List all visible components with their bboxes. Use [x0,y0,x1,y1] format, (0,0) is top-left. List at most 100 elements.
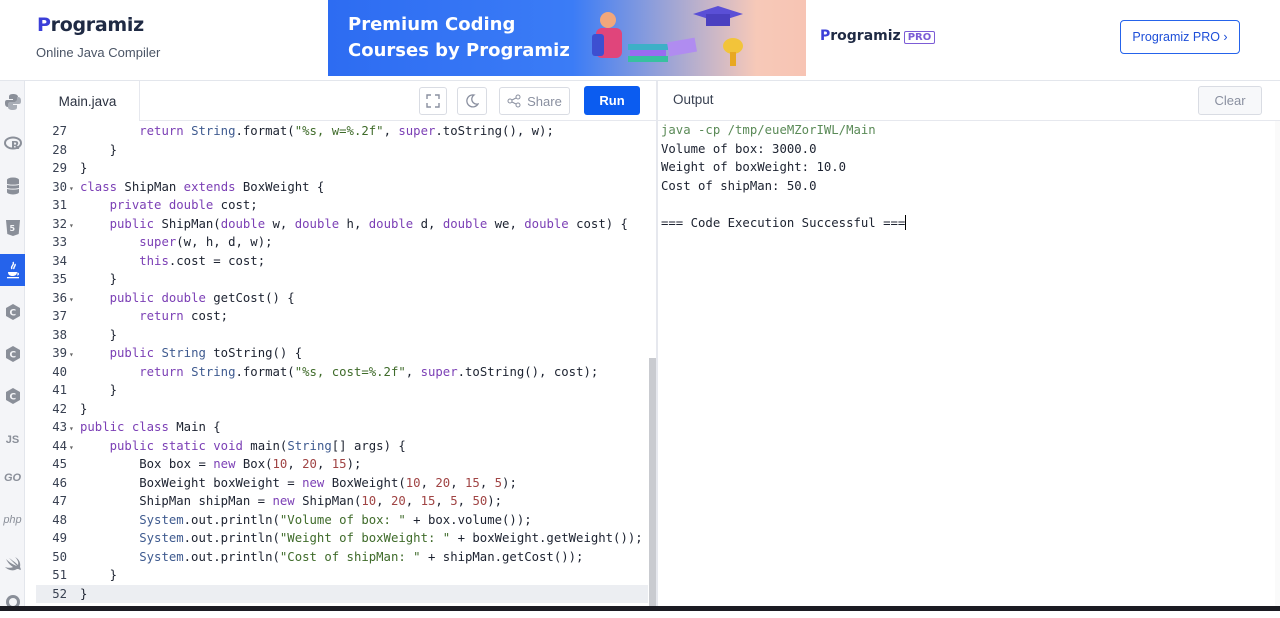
text-cursor [905,214,907,230]
code-text: super(w, h, d, w); [139,235,273,249]
code-line[interactable]: 37 return cost; [36,307,648,326]
code-line[interactable]: 40 return String.format("%s, cost=%.2f",… [36,363,648,382]
line-number: 47 [52,494,67,508]
ad-logo: Programiz PRO [820,28,936,44]
code-line[interactable]: 39 ▾ public String toString() { [36,344,648,363]
programiz-logo[interactable]: Programiz [37,14,144,36]
code-text: } [80,568,118,582]
code-line[interactable]: 36 ▾ public double getCost() { [36,289,648,308]
code-text: ShipMan shipMan = new ShipMan(10, 20, 15… [80,494,503,508]
rust-icon[interactable] [0,586,25,618]
swift-icon[interactable] [0,548,25,580]
code-line[interactable]: 34 this.cost = cost; [36,252,648,271]
run-button[interactable]: Run [584,86,640,115]
code-text: } [80,401,88,416]
c-icon[interactable]: C [0,296,25,328]
code-text: } [80,161,88,175]
line-number: 35 [52,272,67,286]
code-text: } [80,327,118,342]
editor-scrollbar[interactable] [649,358,656,606]
line-number: 51 [52,568,67,582]
code-line[interactable]: 29} [36,159,648,178]
code-line[interactable]: 44 ▾ public static void main(String[] arg… [36,437,648,456]
code-line[interactable]: 42} [36,400,648,419]
go-icon[interactable]: GO [0,462,25,494]
file-tab[interactable]: Main.java [36,81,140,121]
php-label: php [3,514,22,526]
code-text: Box box = new Box(10, 20, 15); [80,457,362,471]
svg-text:R: R [11,139,20,152]
programiz-pro-button[interactable]: Programiz PRO › [1120,20,1240,54]
java-icon[interactable] [0,254,25,286]
line-number: 43 [52,420,67,434]
code-text: this.cost = cost; [139,253,266,268]
svg-text:C: C [9,393,16,403]
line-number: 42 [52,401,67,416]
code-line[interactable]: 33 super(w, h, d, w); [36,233,648,252]
line-number: 37 [52,309,67,323]
code-text: } [80,383,118,397]
js-icon[interactable]: JS [0,424,25,456]
line-number: 38 [52,327,67,342]
line-number: 28 [52,142,67,157]
share-icon [507,94,521,108]
code-text: } [80,272,118,286]
output-line: === Code Execution Successful === [661,214,907,230]
python-icon[interactable] [0,86,25,118]
sql-icon[interactable] [0,170,25,202]
code-text: return cost; [139,309,229,323]
code-line[interactable]: 31 private double cost; [36,196,648,215]
php-icon[interactable]: php [0,504,25,536]
logo-text: rogramiz [50,14,144,36]
code-line[interactable]: 27 return String.format("%s, w=%.2f", su… [36,122,648,141]
output-console[interactable]: java -cp /tmp/eueMZorIWL/Main Volume of … [658,121,1280,611]
code-text: public String toString() { [109,346,303,360]
code-line[interactable]: 35 } [36,270,648,289]
output-line: Volume of box: 3000.0 [661,141,817,156]
line-number: 45 [52,457,67,471]
code-line[interactable]: 41 } [36,381,648,400]
share-button[interactable]: Share [499,87,570,115]
code-line[interactable]: 46 BoxWeight boxWeight = new BoxWeight(1… [36,474,648,493]
csharp-icon[interactable]: C [0,380,25,412]
line-number: 40 [52,364,67,379]
cpp-icon[interactable]: C [0,338,25,370]
ad-title-line2: Courses by Programiz [348,40,570,61]
output-line: Cost of shipMan: 50.0 [661,178,817,193]
code-line[interactable]: 51 } [36,566,648,585]
line-number: 34 [52,253,67,268]
code-line[interactable]: 47 ShipMan shipMan = new ShipMan(10, 20,… [36,492,648,511]
code-line[interactable]: 28 } [36,141,648,160]
line-number: 29 [52,161,67,175]
code-text: public ShipMan(double w, double h, doubl… [109,216,628,231]
svg-text:C: C [9,351,16,361]
code-line[interactable]: 45 Box box = new Box(10, 20, 15); [36,455,648,474]
code-text: public static void main(String[] args) { [109,438,406,453]
html5-icon[interactable]: 5 [0,212,25,244]
page-scrollbar[interactable] [1275,121,1280,611]
code-line[interactable]: 30 ▾ class ShipMan extends BoxWeight { [36,178,648,197]
go-label: GO [3,472,22,484]
code-text: System.out.println("Cost of shipMan: " +… [139,549,584,564]
code-text: System.out.println("Weight of boxWeight:… [139,531,643,545]
line-number: 46 [52,475,67,490]
code-text: public double getCost() { [109,290,295,305]
svg-text:5: 5 [9,224,15,233]
ad-title-line1: Premium Coding [348,14,516,35]
code-line[interactable]: 32 ▾ public ShipMan(double w, double h, d… [36,215,648,234]
code-line[interactable]: 48 System.out.println("Volume of box: " … [36,511,648,530]
code-text: } [80,586,88,601]
clear-button[interactable]: Clear [1198,86,1262,115]
r-icon[interactable]: R [0,128,25,160]
line-number: 27 [52,124,67,138]
fullscreen-button[interactable] [419,87,447,115]
code-line[interactable]: 50 System.out.println("Cost of shipMan: … [36,548,648,567]
theme-toggle-button[interactable] [457,87,487,115]
code-line[interactable]: 52} [36,584,648,603]
ad-banner[interactable]: Premium Coding Courses by Programiz Prog… [328,0,940,76]
code-editor[interactable]: 27 return String.format("%s, w=%.2f", su… [36,121,656,607]
code-line[interactable]: 43 ▾ public class Main { [36,418,648,437]
code-line[interactable]: 49 System.out.println("Weight of boxWeig… [36,529,648,548]
line-number: 52 [52,586,67,601]
code-line[interactable]: 38 } [36,326,648,345]
